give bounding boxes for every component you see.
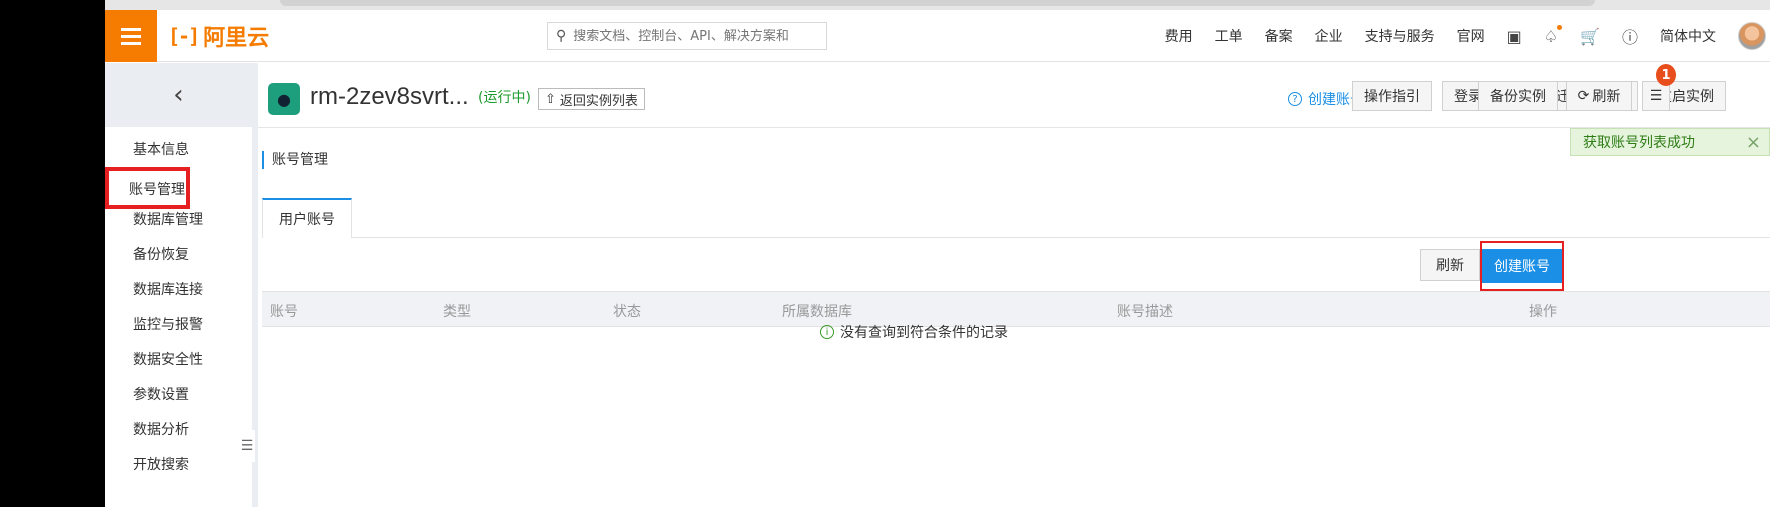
back-to-list-button[interactable]: ⇧ 返回实例列表 — [538, 88, 645, 110]
arrow-up-icon: ⇧ — [545, 91, 556, 107]
close-icon[interactable]: × — [1746, 132, 1761, 153]
nav-link-website[interactable]: 官网 — [1457, 26, 1485, 46]
nav-link-enterprise[interactable]: 企业 — [1315, 26, 1343, 46]
sidebar-item-security[interactable]: 数据安全性 — [133, 349, 203, 369]
empty-message: 没有查询到符合条件的记录 — [840, 325, 1008, 341]
sidebar-item-label: 账号管理 — [129, 182, 185, 198]
strip-pill — [280, 0, 1595, 6]
nav-link-tickets[interactable]: 工单 — [1215, 26, 1243, 46]
terminal-icon[interactable]: ▣ — [1507, 27, 1522, 46]
mysql-icon: ● — [268, 83, 300, 115]
logo-text: 阿里云 — [203, 26, 270, 51]
sidebar-item-backup[interactable]: 备份恢复 — [133, 244, 189, 264]
sidebar-toggle-icon[interactable]: ☰ — [239, 430, 255, 462]
nav-links: 费用 工单 备案 企业 支持与服务 官网 ▣ ♤ 🛒 ⓘ 简体中文 — [1165, 10, 1770, 62]
column-status: 状态 — [613, 304, 641, 320]
browser-strip — [105, 0, 1770, 10]
notification-count-badge: 1 — [1656, 64, 1676, 86]
info-icon: i — [820, 325, 834, 339]
sidebar-item-databases[interactable]: 数据库管理 — [133, 209, 203, 229]
page-title: 账号管理 — [262, 151, 328, 169]
nav-link-support[interactable]: 支持与服务 — [1365, 26, 1435, 46]
list-icon: ☰ — [1649, 88, 1663, 104]
sidebar-item-parameters[interactable]: 参数设置 — [133, 384, 189, 404]
menu-toggle-button[interactable] — [105, 10, 157, 62]
tab-user-accounts[interactable]: 用户账号 — [262, 198, 352, 238]
sidebar-item-connection[interactable]: 数据库连接 — [133, 279, 203, 299]
sidebar-item-monitoring[interactable]: 监控与报警 — [133, 314, 203, 334]
search-input[interactable] — [573, 28, 814, 44]
sidebar-item-open-search[interactable]: 开放搜索 — [133, 454, 189, 474]
instance-name: rm-2zev8svrt... — [310, 83, 469, 110]
tab-bar: 用户账号 — [262, 198, 1770, 238]
chevron-left-icon[interactable]: ‹ — [105, 63, 252, 127]
guide-button[interactable]: 操作指引 — [1352, 81, 1432, 111]
help-circle-icon: ? — [1288, 92, 1302, 106]
search-box[interactable]: ⚲ — [547, 22, 827, 50]
column-database: 所属数据库 — [782, 304, 852, 320]
column-type: 类型 — [443, 304, 471, 320]
refresh-header-button[interactable]: ⟳ 刷新 — [1566, 81, 1632, 111]
notification-dot — [1557, 24, 1563, 30]
table-header: 账号 类型 状态 所属数据库 账号描述 操作 — [262, 291, 1770, 327]
status-badge: (运行中) — [478, 90, 531, 106]
top-nav: [-] 阿里云 ⚲ 费用 工单 备案 企业 支持与服务 官网 ▣ ♤ 🛒 ⓘ 简… — [105, 10, 1770, 62]
help-icon[interactable]: ⓘ — [1622, 24, 1638, 48]
backup-instance-button[interactable]: 备份实例 — [1478, 81, 1558, 111]
refresh-button[interactable]: 刷新 — [1420, 249, 1480, 281]
nav-link-billing[interactable]: 费用 — [1165, 26, 1193, 46]
nav-link-icp[interactable]: 备案 — [1265, 26, 1293, 46]
sidebar-item-accounts[interactable]: 账号管理 — [105, 167, 190, 209]
sidebar: ‹ 基本信息 账号管理 数据库管理 备份恢复 数据库连接 监控与报警 数据安全性… — [105, 63, 252, 507]
success-toast: 获取账号列表成功 × — [1570, 128, 1770, 156]
refresh-header-label: 刷新 — [1592, 89, 1621, 105]
refresh-icon: ⟳ — [1577, 88, 1590, 104]
column-account: 账号 — [270, 304, 298, 320]
column-actions: 操作 — [1529, 304, 1557, 320]
sidebar-item-basic-info[interactable]: 基本信息 — [133, 139, 189, 159]
avatar[interactable] — [1738, 22, 1766, 50]
aliyun-logo[interactable]: [-] 阿里云 — [168, 22, 270, 51]
cart-icon[interactable]: 🛒 — [1580, 27, 1600, 46]
search-icon: ⚲ — [556, 28, 567, 44]
sidebar-item-analysis[interactable]: 数据分析 — [133, 419, 189, 439]
back-label: 返回实例列表 — [559, 93, 638, 109]
aliyun-logo-icon: [-] — [168, 24, 200, 48]
language-selector[interactable]: 简体中文 — [1660, 26, 1716, 46]
bell-icon[interactable]: ♤ — [1544, 24, 1563, 46]
create-account-highlight: 创建账号 — [1480, 241, 1564, 291]
toast-message: 获取账号列表成功 — [1583, 135, 1695, 151]
create-account-button[interactable]: 创建账号 — [1482, 249, 1562, 283]
column-description: 账号描述 — [1117, 304, 1173, 320]
empty-state: i 没有查询到符合条件的记录 — [820, 322, 1008, 342]
